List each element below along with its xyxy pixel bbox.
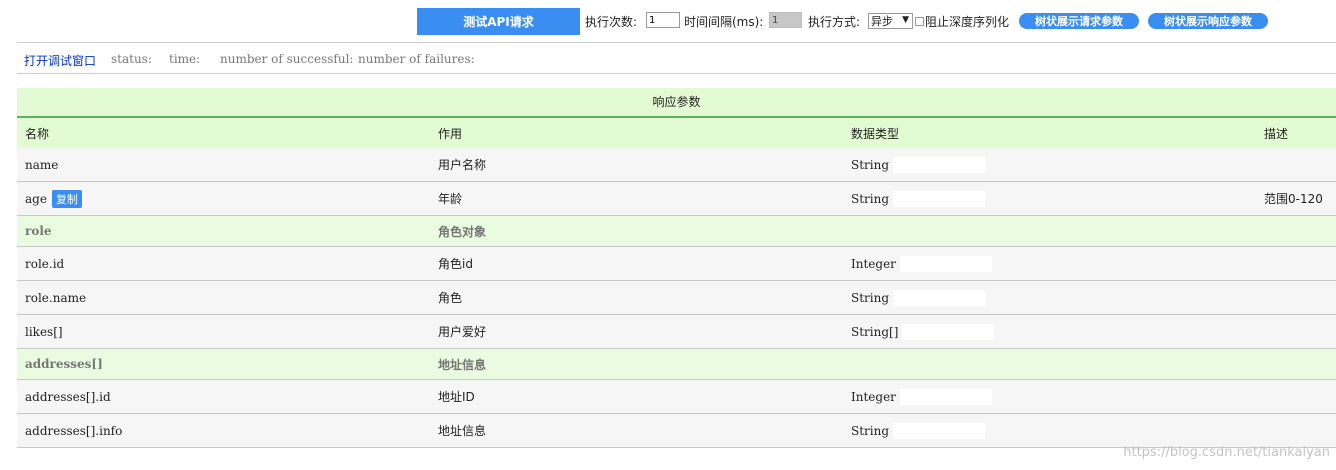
group-purpose: 角色对象 [438, 224, 487, 239]
header-name: 名称 [25, 126, 50, 141]
param-type-cell: String[] [851, 315, 995, 348]
param-purpose: 用户爱好 [438, 325, 487, 339]
param-type: String [851, 191, 890, 206]
response-params-table: 响应参数 名称 作用 数据类型 描述 name 用户名称 String age 复… [17, 88, 1336, 448]
table-row: likes[] 用户爱好 String[] [17, 315, 1336, 349]
exec-count-label: 执行次数: [585, 15, 638, 29]
table-row: age 复制 年龄 String 范围0-120 [17, 182, 1336, 216]
interval-input[interactable] [769, 12, 802, 28]
table-row: role.name 角色 String [17, 281, 1336, 315]
param-name-cell: age 复制 [25, 182, 82, 215]
param-name: role.name [25, 290, 87, 305]
type-detail-field [899, 255, 992, 272]
status-label: status: [111, 52, 152, 66]
param-type-cell: Integer [851, 380, 992, 413]
type-detail-field [893, 156, 986, 173]
param-name: age [25, 191, 47, 206]
param-purpose: 地址ID [438, 390, 475, 404]
block-serialize-label: 阻止深度序列化 [925, 15, 1010, 29]
type-detail-field [893, 422, 986, 439]
param-type: String [851, 157, 890, 172]
table-row: addresses[].info 地址信息 String [17, 414, 1336, 448]
param-name: addresses[].info [25, 423, 123, 438]
header-type: 数据类型 [851, 126, 900, 141]
copy-button[interactable]: 复制 [51, 189, 82, 208]
param-type-cell: Integer [851, 247, 992, 280]
tree-response-button[interactable]: 树状展示响应参数 [1148, 13, 1268, 29]
param-description: 范围0-120 [1264, 192, 1323, 206]
table-caption: 响应参数 [17, 88, 1336, 118]
param-type: Integer [851, 256, 896, 271]
type-detail-field [899, 388, 992, 405]
type-detail-field [902, 323, 995, 340]
table-header-row: 名称 作用 数据类型 描述 [17, 118, 1336, 148]
table-row: role.id 角色id Integer [17, 247, 1336, 281]
param-type: Integer [851, 389, 896, 404]
param-name: role.id [25, 256, 65, 271]
param-type-cell: String [851, 414, 986, 447]
type-detail-field [893, 190, 986, 207]
param-name: likes[] [25, 324, 63, 339]
exec-mode-value: 异步 [871, 15, 893, 28]
watermark: https://blog.csdn.net/tiankaiyan [1123, 445, 1330, 460]
successful-count-label: number of successful: [220, 52, 354, 66]
group-row: role 角色对象 [17, 216, 1336, 247]
param-type: String [851, 290, 890, 305]
param-type: String[] [851, 324, 899, 339]
param-purpose: 地址信息 [438, 424, 487, 438]
param-type: String [851, 423, 890, 438]
open-debug-window-link[interactable]: 打开调试窗口 [24, 52, 96, 69]
time-label: time: [169, 52, 201, 66]
exec-count-input[interactable] [646, 12, 680, 28]
header-description: 描述 [1264, 126, 1289, 141]
param-name: name [25, 157, 59, 172]
table-row: name 用户名称 String [17, 148, 1336, 182]
param-type-cell: String [851, 148, 986, 181]
interval-label: 时间间隔(ms): [684, 15, 764, 29]
param-purpose: 用户名称 [438, 158, 487, 172]
toolbar: 测试API请求 执行次数: 时间间隔(ms): 执行方式: 异步 ▼ 阻止深度序… [0, 0, 1336, 42]
header-purpose: 作用 [438, 126, 463, 141]
status-bar: 打开调试窗口 status: time: number of successfu… [17, 42, 1336, 74]
table-row: addresses[].id 地址ID Integer [17, 380, 1336, 414]
param-purpose: 年龄 [438, 192, 463, 206]
test-api-button[interactable]: 测试API请求 [417, 8, 580, 35]
group-name: addresses[] [25, 357, 103, 371]
failures-count-label: number of failures: [358, 52, 475, 66]
param-name: addresses[].id [25, 389, 111, 404]
param-purpose: 角色 [438, 291, 463, 305]
type-detail-field [893, 289, 986, 306]
exec-mode-label: 执行方式: [808, 15, 861, 29]
group-name: role [25, 224, 52, 238]
chevron-down-icon: ▼ [902, 15, 909, 25]
param-purpose: 角色id [438, 257, 473, 271]
block-serialize-checkbox[interactable] [915, 17, 924, 26]
tree-request-button[interactable]: 树状展示请求参数 [1019, 13, 1139, 29]
exec-mode-select[interactable]: 异步 ▼ [868, 13, 913, 29]
group-purpose: 地址信息 [438, 357, 487, 372]
param-type-cell: String [851, 182, 986, 215]
param-type-cell: String [851, 281, 986, 314]
group-row: addresses[] 地址信息 [17, 349, 1336, 380]
